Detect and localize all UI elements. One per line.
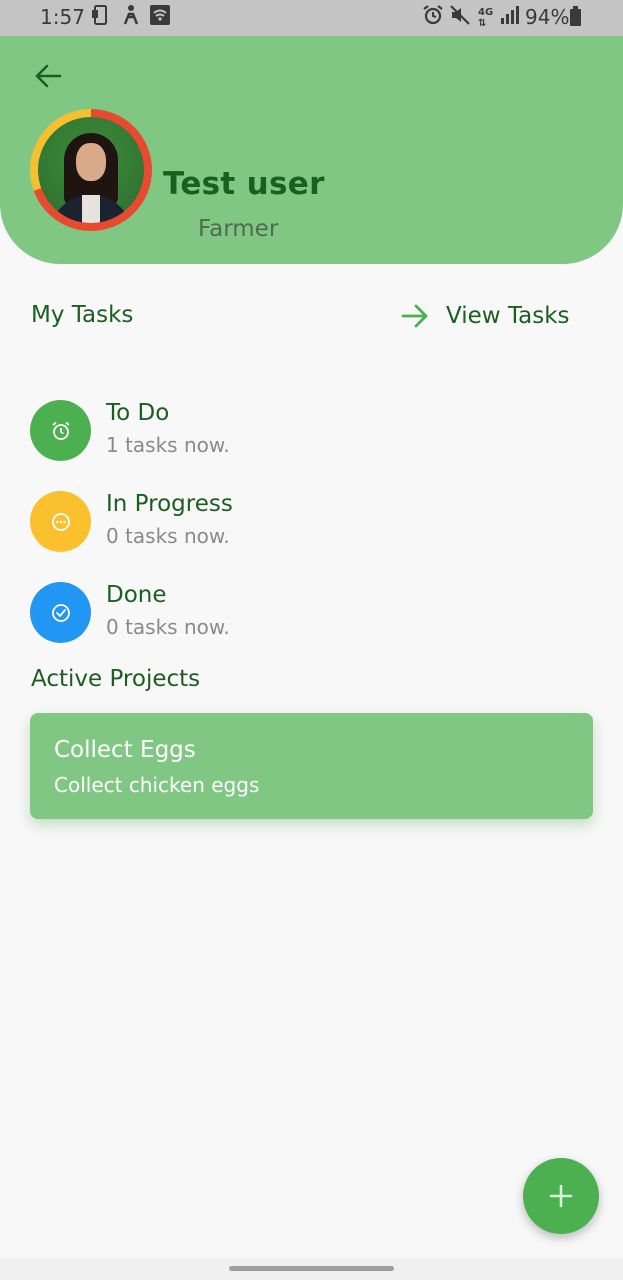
task-category-count: 0 tasks now. <box>106 615 230 639</box>
task-category-count: 1 tasks now. <box>106 433 230 457</box>
view-tasks-label: View Tasks <box>446 303 570 329</box>
user-name: Test user <box>163 166 325 202</box>
battery-icon <box>570 6 581 26</box>
my-tasks-heading: My Tasks <box>31 302 134 328</box>
home-gesture-handle[interactable] <box>229 1266 394 1271</box>
arrow-right-icon <box>401 304 428 328</box>
4g-icon: 4G ⇅ <box>478 7 494 29</box>
loading-icon <box>30 491 91 552</box>
accessibility-icon <box>121 4 141 33</box>
check-circle-icon <box>30 582 91 643</box>
profile-header: Test user Farmer <box>0 36 623 264</box>
status-time: 1:57 <box>40 5 85 29</box>
system-nav-bar <box>0 1258 623 1280</box>
task-category-title: To Do <box>106 400 170 426</box>
status-bar: 1:57 4G ⇅ 94% <box>0 0 623 36</box>
add-button[interactable] <box>523 1158 599 1234</box>
alarm-clock-icon <box>30 400 91 461</box>
task-category-done[interactable]: Done 0 tasks now. <box>30 582 430 644</box>
arrow-left-icon <box>35 64 62 88</box>
active-projects-heading: Active Projects <box>31 666 201 692</box>
project-description: Collect chicken eggs <box>54 773 260 797</box>
signal-icon <box>498 4 520 33</box>
mute-icon <box>449 4 471 33</box>
avatar[interactable] <box>38 117 144 223</box>
wifi-icon <box>149 4 171 33</box>
project-title: Collect Eggs <box>54 737 196 763</box>
user-role: Farmer <box>198 216 279 242</box>
screenshot-icon <box>90 4 112 33</box>
task-category-title: In Progress <box>106 491 233 517</box>
plus-icon <box>549 1184 573 1208</box>
battery-percent: 94% <box>525 5 570 29</box>
back-button[interactable] <box>28 56 68 96</box>
task-category-todo[interactable]: To Do 1 tasks now. <box>30 400 430 462</box>
alarm-icon <box>422 4 444 33</box>
task-category-title: Done <box>106 582 167 608</box>
project-card[interactable]: Collect Eggs Collect chicken eggs <box>30 713 593 819</box>
task-category-count: 0 tasks now. <box>106 524 230 548</box>
view-tasks-button[interactable]: View Tasks <box>400 298 570 334</box>
task-category-in-progress[interactable]: In Progress 0 tasks now. <box>30 491 430 553</box>
avatar-progress-ring <box>30 109 152 231</box>
